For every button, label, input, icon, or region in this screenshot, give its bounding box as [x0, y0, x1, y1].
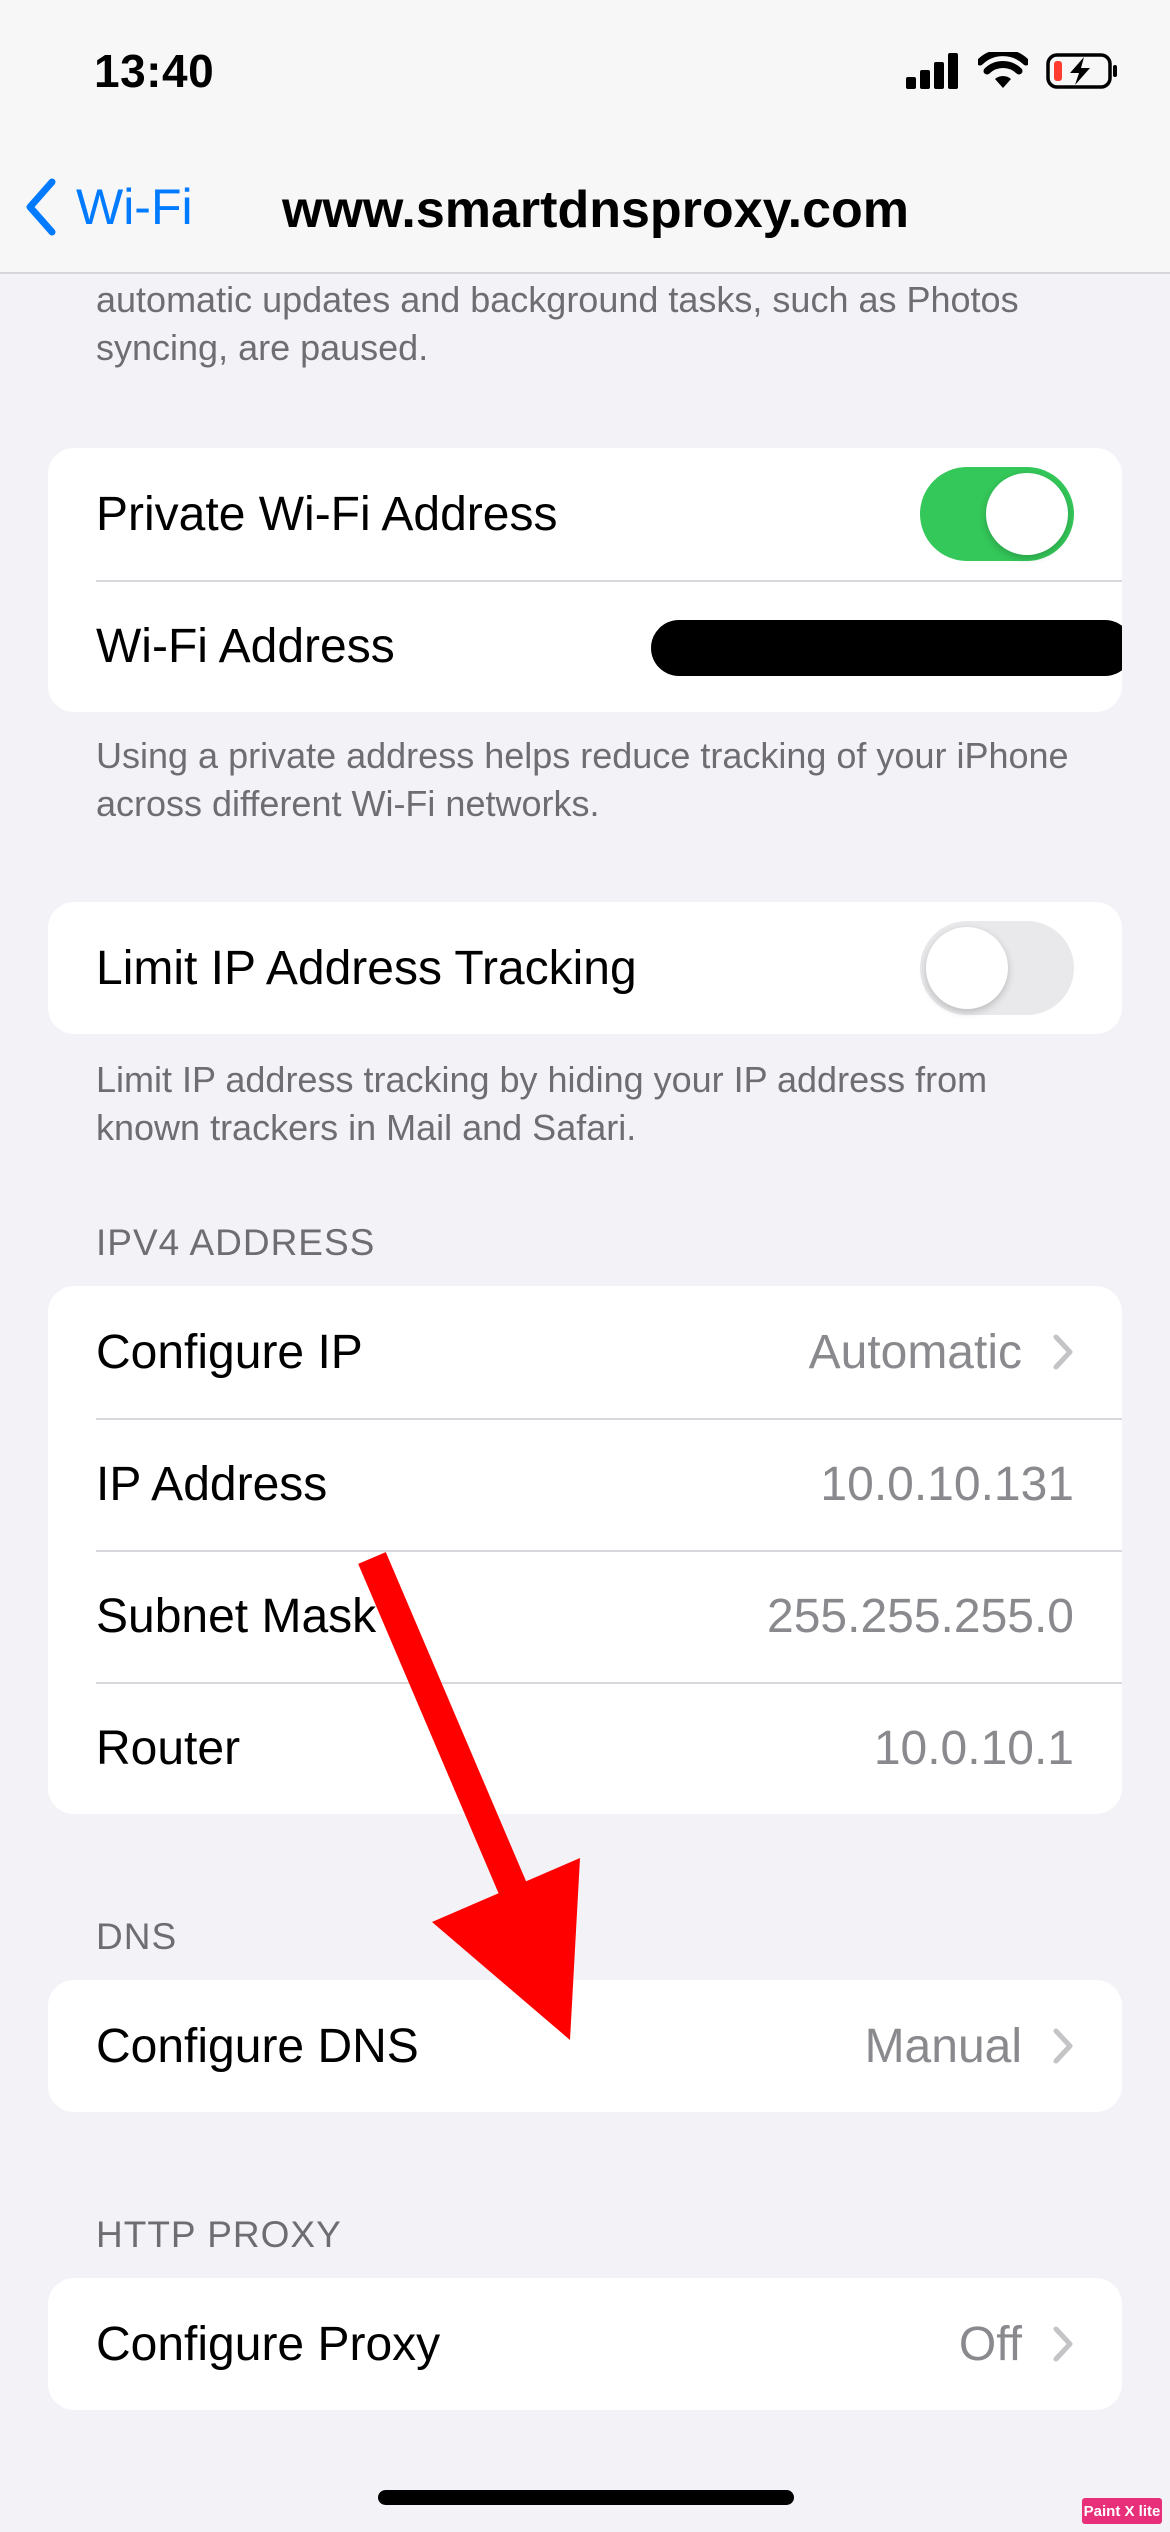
page-title: www.smartdnsproxy.com — [282, 181, 910, 239]
limit-ip-tracking-toggle[interactable] — [920, 921, 1074, 1015]
limit-ip-group: Limit IP Address Tracking — [48, 902, 1122, 1034]
private-address-group: Private Wi-Fi Address Wi-Fi Address — [48, 448, 1122, 712]
limit-ip-tracking-row: Limit IP Address Tracking — [48, 902, 1122, 1034]
toggle-knob — [986, 473, 1068, 555]
configure-dns-row[interactable]: Configure DNS Manual — [48, 1980, 1122, 2112]
dns-section-header: DNS — [96, 1916, 178, 1957]
ipv4-section-header: IPV4 ADDRESS — [96, 1222, 376, 1263]
ip-address-value: 10.0.10.131 — [820, 1457, 1074, 1511]
subnet-mask-row: Subnet Mask 255.255.255.0 — [48, 1550, 1122, 1682]
configure-ip-value: Automatic — [808, 1325, 1022, 1379]
status-bar: 13:40 — [0, 0, 1170, 150]
private-wifi-address-label: Private Wi-Fi Address — [96, 487, 558, 541]
subnet-mask-label: Subnet Mask — [96, 1589, 377, 1643]
status-time: 13:40 — [94, 45, 215, 97]
navigation-bar: Wi-Fi www.smartdnsproxy.com — [0, 150, 1170, 274]
chevron-left-icon — [26, 178, 56, 236]
configure-dns-value: Manual — [864, 2019, 1022, 2073]
limit-ip-footnote: Limit IP address tracking by hiding your… — [96, 1059, 988, 1148]
ip-address-row: IP Address 10.0.10.131 — [48, 1418, 1122, 1550]
wifi-icon — [978, 52, 1028, 88]
http-proxy-group: Configure Proxy Off — [48, 2278, 1122, 2410]
dns-group: Configure DNS Manual — [48, 1980, 1122, 2112]
private-wifi-address-toggle[interactable] — [920, 467, 1074, 561]
subnet-mask-value: 255.255.255.0 — [767, 1589, 1074, 1643]
router-row: Router 10.0.10.1 — [48, 1682, 1122, 1814]
configure-ip-label: Configure IP — [96, 1325, 363, 1379]
battery-charging-icon — [1046, 53, 1117, 89]
configure-proxy-row[interactable]: Configure Proxy Off — [48, 2278, 1122, 2410]
http-proxy-section-header: HTTP PROXY — [96, 2214, 342, 2255]
chevron-right-icon — [1053, 1334, 1073, 1370]
back-button-label: Wi-Fi — [76, 179, 193, 235]
limit-ip-tracking-label: Limit IP Address Tracking — [96, 941, 637, 995]
home-indicator[interactable] — [378, 2490, 794, 2505]
status-icons — [906, 52, 1118, 90]
back-button[interactable]: Wi-Fi — [24, 172, 193, 242]
chevron-right-icon — [1053, 2326, 1073, 2362]
toggle-knob — [926, 927, 1008, 1009]
ipv4-group: Configure IP Automatic IP Address 10.0.1… — [48, 1286, 1122, 1814]
red-annotation-arrow — [358, 1552, 580, 2040]
top-footnote: automatic updates and background tasks, … — [96, 279, 1019, 368]
cellular-signal-icon — [906, 53, 958, 89]
configure-ip-row[interactable]: Configure IP Automatic — [48, 1286, 1122, 1418]
configure-dns-label: Configure DNS — [96, 2019, 419, 2073]
configure-proxy-label: Configure Proxy — [96, 2317, 441, 2371]
chevron-right-icon — [1053, 2028, 1073, 2064]
watermark-badge: Paint X lite — [1082, 2498, 1162, 2524]
ip-address-label: IP Address — [96, 1457, 328, 1511]
wifi-address-row: Wi-Fi Address — [48, 580, 1122, 712]
router-label: Router — [96, 1721, 241, 1775]
redacted-wifi-address — [651, 620, 1122, 676]
router-value: 10.0.10.1 — [873, 1721, 1074, 1775]
configure-proxy-value: Off — [958, 2317, 1022, 2371]
private-address-footnote: Using a private address helps reduce tra… — [96, 735, 1069, 824]
private-wifi-address-row: Private Wi-Fi Address — [48, 448, 1122, 580]
